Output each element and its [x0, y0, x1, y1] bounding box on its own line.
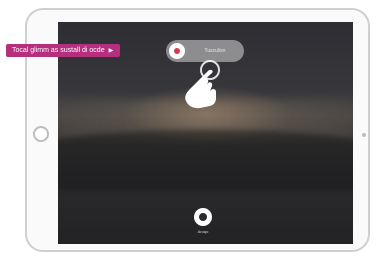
shutter-label: Aruqo: [197, 229, 209, 234]
callout-arrow-icon: ▶: [108, 48, 114, 54]
tooltip-callout: Tocal glimm as sustall di ocde ▶: [6, 44, 121, 57]
landscape-silhouette: [58, 130, 353, 190]
callout-text: Tocal glimm as sustall di ocde: [12, 47, 105, 54]
shutter-icon: [199, 213, 207, 221]
record-indicator-icon: [174, 48, 180, 54]
home-button-icon[interactable]: [33, 126, 49, 142]
shutter-button[interactable]: [194, 208, 212, 226]
tap-hand-icon: [185, 60, 220, 109]
camera-icon: [362, 133, 366, 137]
